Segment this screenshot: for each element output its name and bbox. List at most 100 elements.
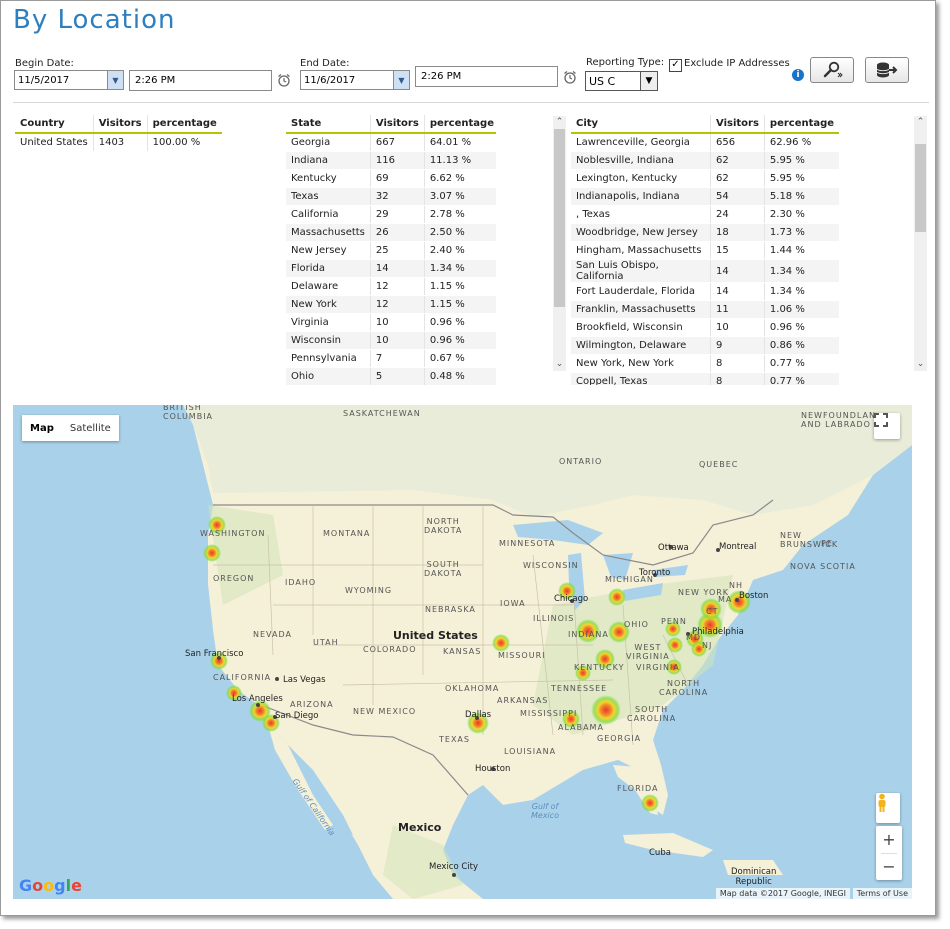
table-row[interactable]: New York, New York 8 0.77 % [571,354,840,373]
export-button[interactable] [865,57,909,83]
table-row[interactable]: New York 12 1.15 % [286,295,496,314]
column-header-percentage[interactable]: percentage [146,115,222,134]
table-row[interactable]: Massachusetts 26 2.50 % [286,223,496,242]
map-label-united-states: United States [393,629,478,642]
table-row[interactable]: Virginia 10 0.96 % [286,313,496,332]
alarm-clock-icon[interactable] [563,70,577,84]
chevron-down-icon[interactable]: ⌄ [553,358,566,371]
column-header-state[interactable]: State [286,115,371,134]
chevron-down-icon[interactable]: ▼ [107,71,123,89]
table-row[interactable]: Indianapolis, Indiana 54 5.18 % [571,187,840,206]
zoom-in-button[interactable]: + [882,827,895,853]
table-row[interactable]: Noblesville, Indiana 62 5.95 % [571,151,840,170]
reporting-type-select[interactable]: US C ▼ [585,71,658,91]
table-row[interactable]: Kentucky 69 6.62 % [286,169,496,188]
table-row[interactable]: Wilmington, Delaware 9 0.86 % [571,336,840,355]
table-row[interactable]: Lexington, Kentucky 62 5.95 % [571,169,840,188]
table-row[interactable]: Wisconsin 10 0.96 % [286,331,496,350]
terms-of-use-link[interactable]: Terms of Use [852,888,912,899]
state-visitors-cell: 12 [369,277,425,296]
state-name-cell: Pennsylvania [286,349,371,368]
map-label-kentucky: KENTUCKY [574,663,625,672]
table-row[interactable]: California 29 2.78 % [286,205,496,224]
table-row[interactable]: Ohio 5 0.48 % [286,367,496,385]
info-icon[interactable]: i [792,69,804,81]
city-name-cell: Wilmington, Delaware [571,336,711,355]
table-row[interactable]: Franklin, Massachusetts 11 1.06 % [571,300,840,319]
table-row[interactable]: Florida 14 1.34 % [286,259,496,278]
tab-map[interactable]: Map [22,423,62,434]
exclude-ip-checkbox[interactable]: ✓ [669,59,682,72]
chevron-up-icon[interactable]: ⌃ [914,116,927,129]
begin-date-picker[interactable]: 11/5/2017 ▼ [14,70,124,90]
column-header-percentage[interactable]: percentage [423,115,496,134]
column-header-country[interactable]: Country [15,115,94,134]
state-percentage-cell: 3.07 % [423,187,496,206]
chevron-up-icon[interactable]: ⌃ [553,116,566,129]
begin-date-label: Begin Date: [15,58,74,69]
country-cell: United States [15,133,94,152]
chevron-down-icon[interactable]: ▼ [393,71,409,89]
city-percentage-cell: 2.30 % [763,205,840,224]
city-percentage-cell: 0.77 % [763,372,840,385]
map-label-ohio: OHIO [624,620,649,629]
table-row[interactable]: , Texas 24 2.30 % [571,205,840,224]
state-percentage-cell: 2.78 % [423,205,496,224]
column-header-visitors[interactable]: Visitors [710,115,765,134]
alarm-clock-icon[interactable] [277,73,291,87]
table-row[interactable]: Lawrenceville, Georgia 656 62.96 % [571,133,840,152]
search-button[interactable] [810,57,854,83]
heat-map[interactable]: BRITISH COLUMBIA SASKATCHEWAN NEWFOUNDLAN… [13,405,912,899]
zoom-out-button[interactable]: − [882,854,895,880]
city-visitors-cell: 62 [710,169,765,188]
table-row[interactable]: Texas 32 3.07 % [286,187,496,206]
map-label-mississippi: MISSISSIPPI [520,709,578,718]
chevron-down-icon[interactable]: ▼ [640,72,657,90]
column-header-visitors[interactable]: Visitors [92,115,148,134]
table-row[interactable]: Georgia 667 64.01 % [286,133,496,152]
city-table-scrollbar-left[interactable]: ⌃ ⌄ [553,116,566,371]
city-name-cell: Brookfield, Wisconsin [571,318,711,337]
map-label-florida: FLORIDA [617,784,659,793]
map-label-montana: MONTANA [323,529,371,538]
map-label-iowa: IOWA [500,599,526,608]
table-row[interactable]: New Jersey 25 2.40 % [286,241,496,260]
column-header-city[interactable]: City [571,115,711,134]
state-name-cell: Florida [286,259,371,278]
city-visitors-cell: 14 [710,282,765,301]
city-percentage-cell: 62.96 % [763,133,840,152]
google-logo[interactable]: Google [19,876,82,895]
map-label-penn: PENN [661,617,687,626]
chevron-down-icon[interactable]: ⌄ [914,358,927,371]
end-time-input[interactable]: 2:26 PM [415,66,558,87]
map-label-nebraska: NEBRASKA [425,605,476,614]
table-row[interactable]: Brookfield, Wisconsin 10 0.96 % [571,318,840,337]
state-percentage-cell: 1.15 % [423,277,496,296]
begin-time-input[interactable]: 2:26 PM [129,70,272,91]
fullscreen-button[interactable] [874,413,900,439]
table-row[interactable]: Delaware 12 1.15 % [286,277,496,296]
state-visitors-cell: 10 [369,313,425,332]
city-table-scrollbar-right[interactable]: ⌃ ⌄ [914,116,927,371]
column-header-visitors[interactable]: Visitors [369,115,425,134]
map-label-nj: NJ [702,641,713,650]
city-percentage-cell: 5.18 % [763,187,840,206]
table-row[interactable]: San Luis Obispo, California 14 1.34 % [571,259,840,283]
table-row[interactable]: Coppell, Texas 8 0.77 % [571,372,840,385]
table-row[interactable]: Woodbridge, New Jersey 18 1.73 % [571,223,840,242]
table-row[interactable]: United States 1403 100.00 % [15,133,222,152]
table-row[interactable]: Pennsylvania 7 0.67 % [286,349,496,368]
tab-satellite[interactable]: Satellite [62,423,119,434]
table-row[interactable]: Hingham, Massachusetts 15 1.44 % [571,241,840,260]
scroll-thumb[interactable] [915,144,926,232]
map-label-dominican-republic: Dominican Republic [731,867,777,887]
street-view-button[interactable] [876,793,900,823]
map-label-pe: PE [821,539,833,548]
column-header-percentage[interactable]: percentage [763,115,840,134]
end-date-label: End Date: [300,58,350,69]
table-row[interactable]: Fort Lauderdale, Florida 14 1.34 % [571,282,840,301]
end-date-picker[interactable]: 11/6/2017 ▼ [300,70,410,90]
map-label-california: CALIFORNIA [213,673,272,682]
scroll-thumb[interactable] [554,129,565,307]
table-row[interactable]: Indiana 116 11.13 % [286,151,496,170]
